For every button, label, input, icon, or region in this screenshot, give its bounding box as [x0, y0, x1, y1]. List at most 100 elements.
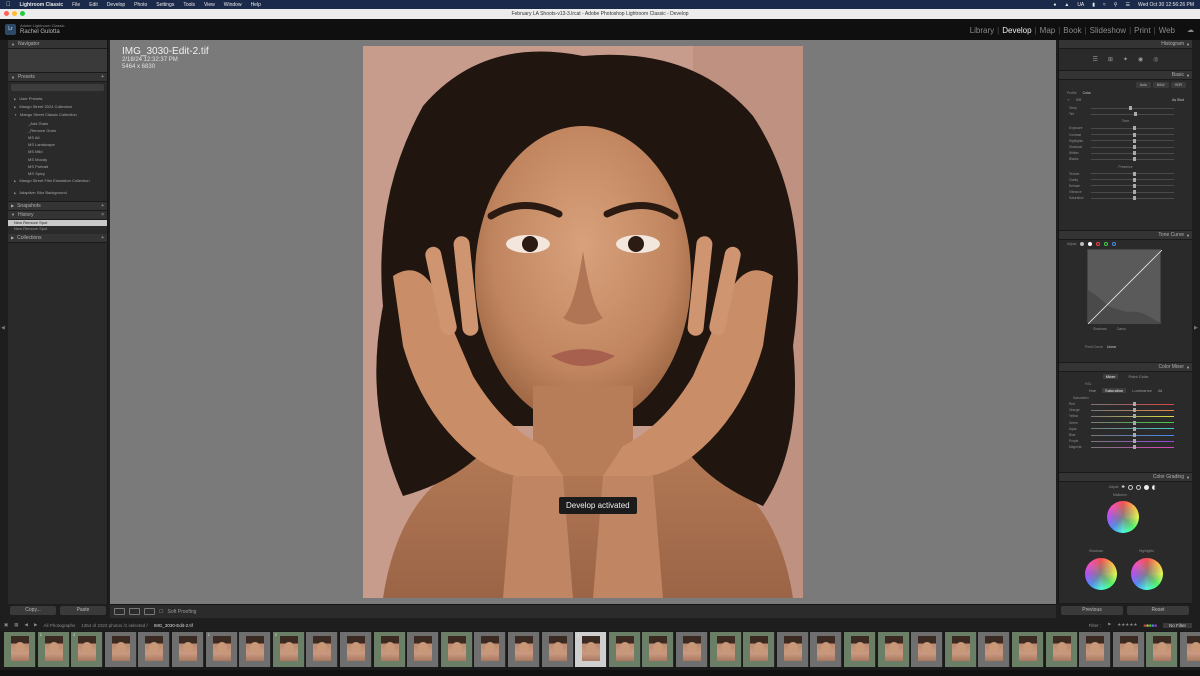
menu-window[interactable]: Window: [224, 2, 242, 8]
zoom-window-icon[interactable]: [20, 11, 25, 16]
menu-photo[interactable]: Photo: [134, 2, 147, 8]
filmstrip-thumbnail[interactable]: [844, 632, 876, 667]
preset-item[interactable]: MS Alt: [8, 134, 107, 141]
tab-all[interactable]: All: [1158, 388, 1162, 393]
image-canvas[interactable]: IMG_3030-Edit-2.tif 2/18/24 12:32:37 PM …: [110, 40, 1056, 604]
filmstrip-thumbnail[interactable]: [743, 632, 776, 667]
filmstrip-thumbnail[interactable]: [1079, 632, 1112, 667]
filmstrip-thumbnail[interactable]: [1180, 632, 1200, 667]
preset-folder[interactable]: ▼ Mango Street Classic Collection: [8, 111, 107, 119]
menu-help[interactable]: Help: [251, 2, 261, 8]
module-book[interactable]: Book: [1060, 26, 1084, 35]
rating-filter-icon[interactable]: ★★★★★: [1117, 622, 1137, 628]
wb-eyedropper-icon[interactable]: ✑: [1067, 98, 1070, 102]
preset-folder[interactable]: ▶ Mango Street 2024 Collection: [8, 103, 107, 111]
loupe-view-icon[interactable]: [114, 608, 125, 615]
preset-folder[interactable]: ▶ Adaptive: Blur Background: [8, 189, 107, 197]
filmstrip-thumbnail[interactable]: [172, 632, 204, 667]
wifi-icon[interactable]: ≈: [1103, 2, 1106, 8]
edit-sliders-icon[interactable]: ☰: [1093, 56, 1098, 63]
hsl-magenta-slider[interactable]: Magenta: [1059, 444, 1192, 450]
histogram-header[interactable]: Histogram ▼: [1059, 40, 1192, 49]
masking-icon[interactable]: ◎: [1153, 56, 1158, 63]
filmstrip-thumbnail[interactable]: [239, 632, 272, 667]
menu-file[interactable]: File: [72, 2, 80, 8]
blue-channel-icon[interactable]: [1112, 242, 1117, 246]
global-view-icon[interactable]: [1151, 484, 1157, 490]
tab-saturation[interactable]: Saturation: [1102, 388, 1127, 393]
three-way-view-icon[interactable]: ♣: [1121, 484, 1124, 490]
before-after-split-icon[interactable]: [144, 608, 155, 615]
preset-folder[interactable]: ▶ User Presets: [8, 95, 107, 103]
before-after-icon[interactable]: [129, 608, 140, 615]
copy-settings-button[interactable]: Copy...: [10, 606, 56, 615]
filmstrip-thumbnail[interactable]: 2: [205, 632, 238, 667]
color-mixer-header[interactable]: Color Mixer ▼: [1059, 363, 1192, 372]
apple-menu-icon[interactable]: : [6, 2, 11, 8]
filmstrip-thumbnail[interactable]: [138, 632, 171, 667]
filmstrip-thumbnail[interactable]: 2: [272, 632, 305, 667]
filmstrip-thumbnail[interactable]: [978, 632, 1011, 667]
module-develop[interactable]: Develop: [999, 26, 1034, 35]
highlights-color-wheel[interactable]: [1131, 558, 1163, 590]
filmstrip-thumbnail[interactable]: [1045, 632, 1078, 667]
module-slideshow[interactable]: Slideshow: [1087, 26, 1129, 35]
reset-button[interactable]: Reset: [1127, 606, 1189, 615]
add-snapshot-icon[interactable]: +: [101, 203, 104, 209]
module-library[interactable]: Library: [967, 26, 997, 35]
menu-app-name[interactable]: Lightroom Classic: [20, 2, 64, 8]
tone-curve-graph[interactable]: [1087, 249, 1163, 325]
highlights-view-icon[interactable]: [1143, 484, 1149, 490]
midtones-color-wheel[interactable]: [1107, 501, 1139, 533]
filmstrip-thumbnail[interactable]: [877, 632, 910, 667]
filmstrip-thumbnail[interactable]: [508, 632, 540, 667]
saturation-slider[interactable]: Saturation: [1059, 195, 1192, 201]
tab-mixer[interactable]: Mixer: [1102, 374, 1119, 379]
navigator-preview[interactable]: [8, 49, 107, 73]
preset-item[interactable]: MS Landscape: [8, 141, 107, 148]
filmstrip-thumbnail[interactable]: [642, 632, 675, 667]
clear-history-icon[interactable]: ×: [101, 212, 104, 218]
preset-item[interactable]: MS Moody: [8, 156, 107, 163]
tab-point-color[interactable]: Point Color: [1128, 374, 1148, 379]
cloud-sync-icon[interactable]: ☁: [1187, 26, 1194, 34]
point-curve-icon[interactable]: [1088, 242, 1093, 246]
search-icon[interactable]: ⚲: [1114, 2, 1118, 8]
snapshots-header[interactable]: ▶ Snapshots +: [8, 201, 107, 211]
history-header[interactable]: ▼ History ×: [8, 210, 107, 220]
filmstrip-thumbnail[interactable]: [4, 632, 36, 667]
add-preset-icon[interactable]: +: [101, 74, 104, 80]
portrait-photo[interactable]: [363, 46, 803, 598]
filmstrip-thumbnail[interactable]: [541, 632, 574, 667]
wb-select[interactable]: As Shot: [1172, 98, 1184, 102]
soft-proofing-checkbox[interactable]: ☐: [159, 609, 163, 615]
control-center-icon[interactable]: ☰: [1125, 2, 1129, 8]
menu-clock[interactable]: Wed Oct 30 12:56:26 PM: [1138, 2, 1194, 8]
status-icon[interactable]: ●: [1053, 2, 1056, 8]
shadows-view-icon[interactable]: [1127, 484, 1133, 490]
left-panel-toggle-icon[interactable]: ◀: [1, 325, 5, 331]
filmstrip-thumbnail[interactable]: [474, 632, 507, 667]
minimize-window-icon[interactable]: [12, 11, 17, 16]
menu-settings[interactable]: Settings: [156, 2, 174, 8]
module-web[interactable]: Web: [1156, 26, 1178, 35]
navigator-header[interactable]: ▼ Navigator: [8, 40, 107, 49]
filmstrip-thumbnail[interactable]: [1112, 632, 1145, 667]
shadows-color-wheel[interactable]: [1085, 558, 1117, 590]
red-eye-icon[interactable]: ◉: [1138, 56, 1143, 63]
filmstrip-thumbnail[interactable]: 2: [575, 632, 608, 667]
preset-search-input[interactable]: [11, 84, 104, 91]
filmstrip-thumbnail[interactable]: [911, 632, 944, 667]
tone-curve-header[interactable]: Tone Curve ▼: [1059, 231, 1192, 240]
auto-button[interactable]: Auto: [1135, 82, 1151, 88]
preset-folder[interactable]: ▶ Mango Street Film Emulation Collection: [8, 177, 107, 185]
filmstrip-thumbnail[interactable]: 2: [71, 632, 104, 667]
tab-hue[interactable]: Hue: [1089, 388, 1096, 393]
menu-develop[interactable]: Develop: [107, 2, 125, 8]
filmstrip-thumbnail[interactable]: 2: [37, 632, 70, 667]
preset-item[interactable]: MS Portrait: [8, 163, 107, 170]
forward-arrow-icon[interactable]: ▶: [34, 622, 37, 628]
collections-header[interactable]: ▶ Collections +: [8, 233, 107, 243]
filmstrip-thumbnail[interactable]: [340, 632, 372, 667]
filmstrip-thumbnail[interactable]: [776, 632, 809, 667]
